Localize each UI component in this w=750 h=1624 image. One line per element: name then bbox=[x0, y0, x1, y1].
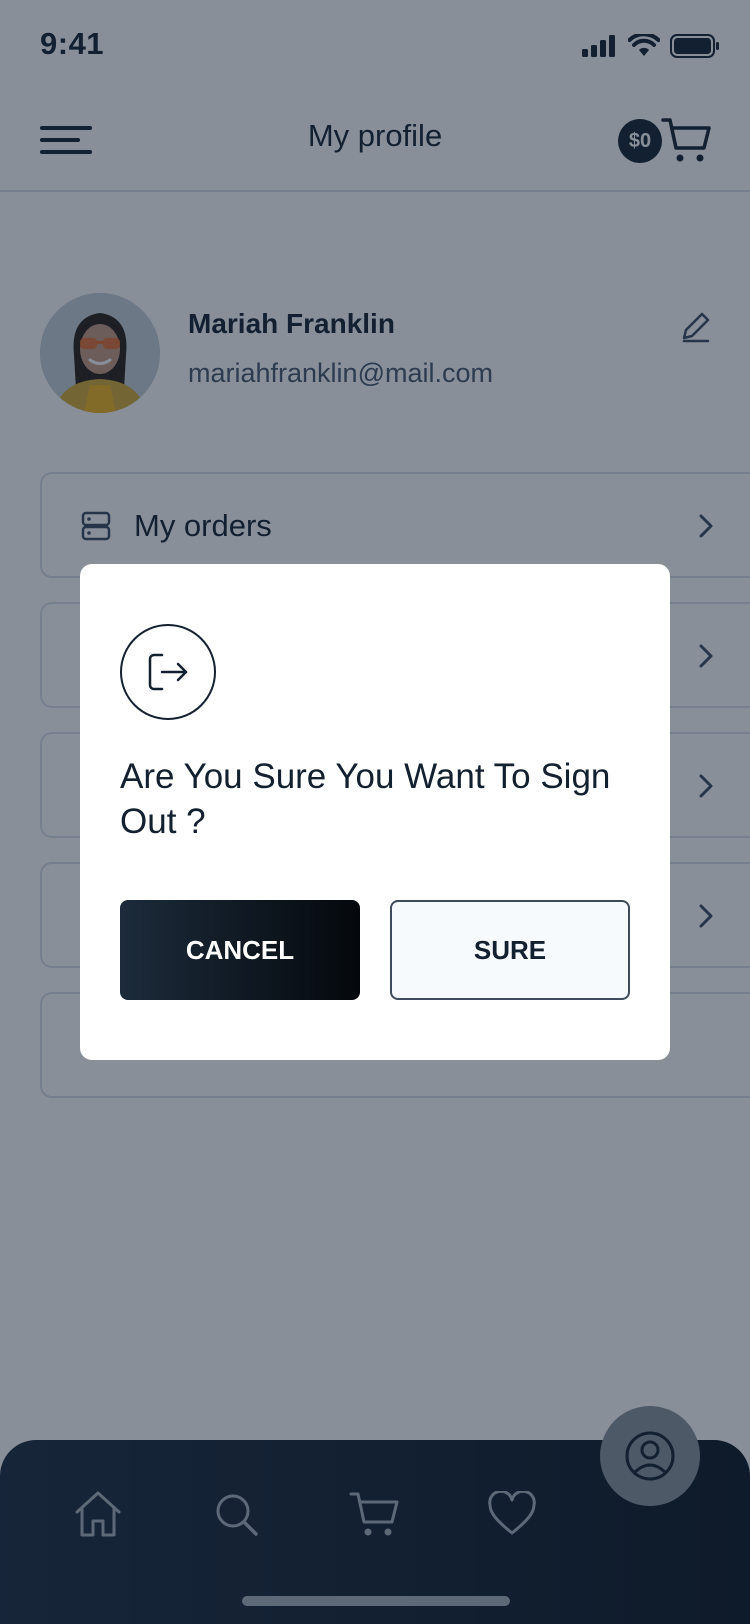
sign-out-icon-circle bbox=[120, 624, 216, 720]
dialog-title: Are You Sure You Want To Sign Out ? bbox=[120, 757, 611, 841]
confirm-sign-out-button[interactable]: SURE bbox=[390, 900, 630, 1000]
cancel-button[interactable]: CANCEL bbox=[120, 900, 360, 1000]
profile-screen: 9:41 bbox=[0, 0, 750, 1624]
sign-out-dialog: Are You Sure You Want To Sign Out ? CANC… bbox=[80, 564, 670, 1060]
sign-out-icon bbox=[148, 653, 188, 691]
